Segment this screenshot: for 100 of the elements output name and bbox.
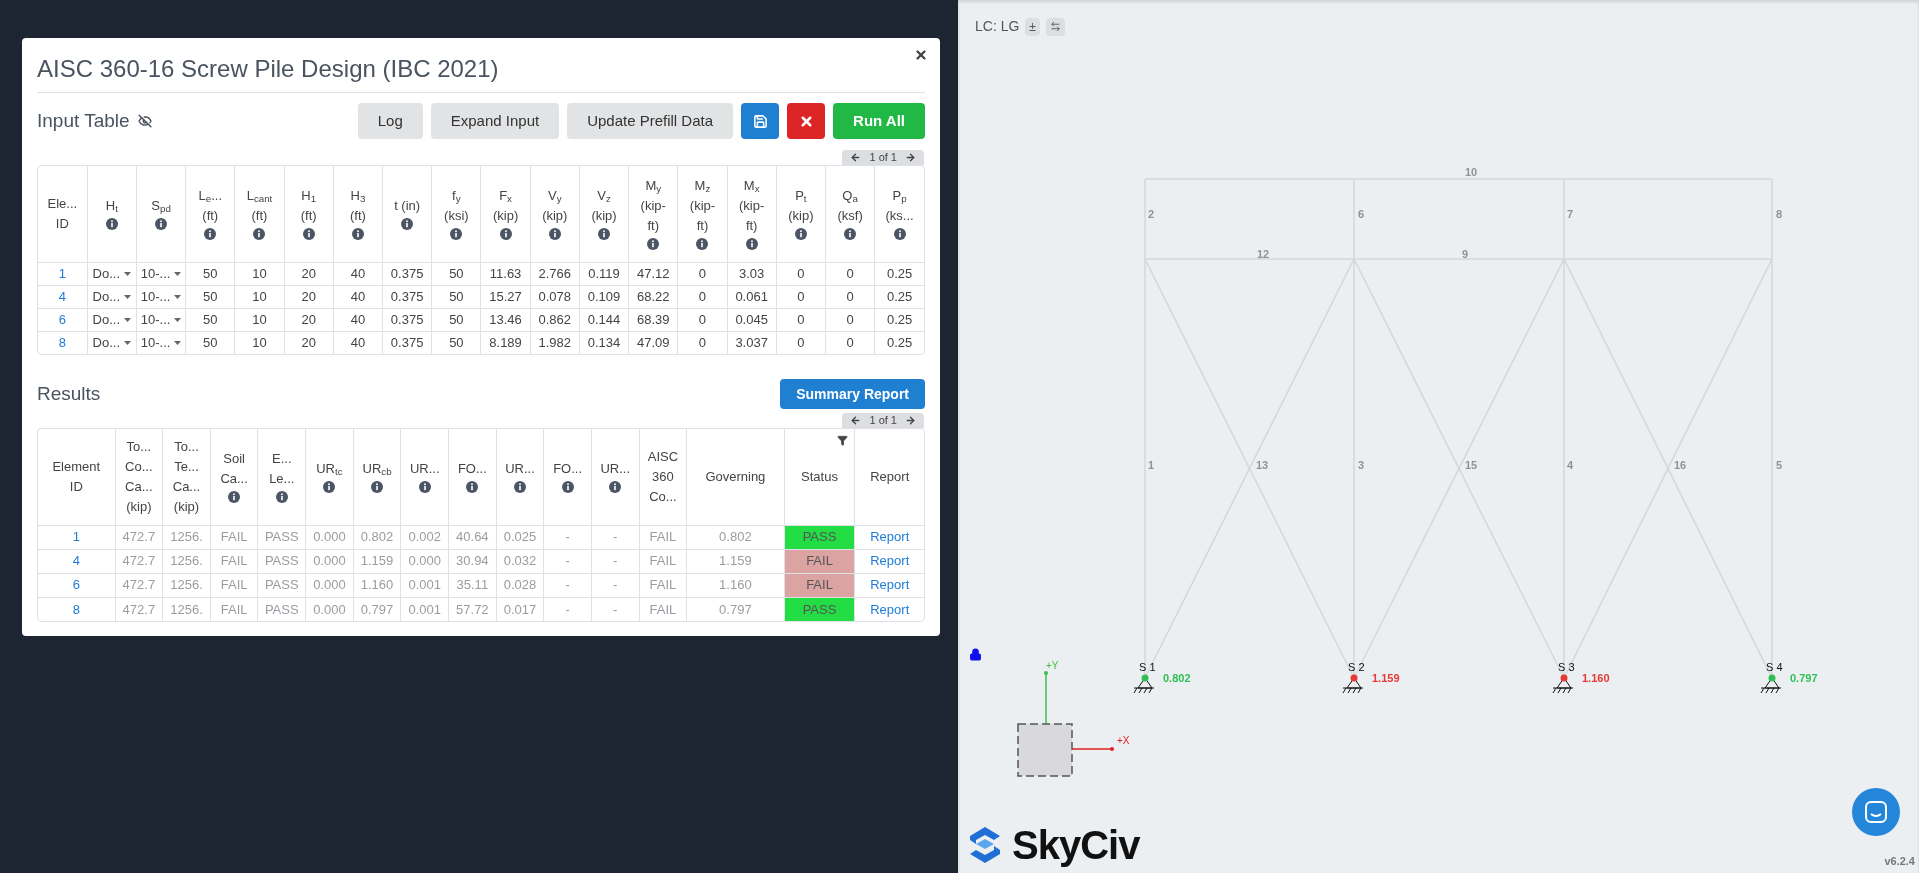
element-link[interactable]: 8: [72, 601, 80, 617]
previous-page-icon[interactable]: [850, 415, 862, 426]
dropdown[interactable]: 10-...: [140, 309, 182, 330]
info-icon[interactable]: [401, 218, 414, 231]
report-link[interactable]: Report: [870, 577, 910, 593]
support-node[interactable]: [1350, 674, 1358, 682]
toolbar-button[interactable]: Log: [357, 103, 423, 139]
info-icon[interactable]: [275, 491, 288, 504]
table-cell: 50: [185, 262, 235, 285]
table-cell: 0.000: [400, 549, 449, 573]
table-cell: 11.63: [480, 262, 531, 285]
support-label: S 2: [1348, 661, 1365, 673]
toolbar-button[interactable]: Expand Input: [430, 103, 560, 139]
info-icon[interactable]: [155, 218, 168, 231]
info-icon[interactable]: [696, 238, 709, 251]
info-icon[interactable]: [253, 228, 266, 241]
dropdown[interactable]: Do...: [92, 263, 132, 284]
info-icon[interactable]: [499, 228, 512, 241]
element-link[interactable]: 4: [72, 553, 80, 569]
table-cell: 0.001: [400, 573, 449, 597]
caret-icon: [174, 317, 182, 322]
column-header: t (in): [393, 196, 422, 215]
column-header: UR$_{cb}$: [361, 459, 393, 479]
support-ratio: 0.802: [1163, 672, 1191, 684]
info-icon[interactable]: [548, 228, 561, 241]
previous-page-icon[interactable]: [850, 152, 862, 163]
info-icon[interactable]: [450, 228, 463, 241]
info-icon[interactable]: [561, 481, 574, 494]
info-icon[interactable]: [598, 228, 610, 241]
table-cell: 40: [333, 331, 383, 354]
summary-report-button[interactable]: Summary Report: [780, 379, 925, 409]
support-node[interactable]: [1560, 674, 1568, 682]
run-all-button[interactable]: Run All: [833, 103, 925, 139]
info-icon[interactable]: [204, 228, 217, 241]
element-link[interactable]: 1: [72, 529, 80, 545]
caret-icon: [124, 317, 132, 322]
info-icon[interactable]: [794, 228, 807, 241]
report-link[interactable]: Report: [870, 529, 910, 545]
member-label: 1: [1148, 459, 1155, 471]
dropdown[interactable]: Do...: [92, 309, 132, 330]
info-icon[interactable]: [371, 481, 384, 494]
info-icon[interactable]: [351, 228, 364, 241]
support-node[interactable]: [1768, 674, 1776, 682]
column-header: H$_{1}$ (ft): [299, 186, 318, 225]
column-header: L$_{cant}$ (ft): [245, 186, 274, 225]
table-cell: 3.037: [727, 331, 777, 354]
info-icon[interactable]: [105, 218, 118, 231]
next-page-icon[interactable]: [905, 415, 916, 426]
info-icon[interactable]: [647, 238, 660, 251]
dropdown[interactable]: Do...: [92, 333, 132, 353]
swap-button[interactable]: [1045, 17, 1065, 36]
swap-icon: [1049, 21, 1061, 32]
next-page-icon[interactable]: [905, 152, 916, 163]
info-icon[interactable]: [893, 228, 906, 241]
dropdown[interactable]: 10-...: [140, 263, 182, 284]
hide-icon[interactable]: [137, 114, 152, 128]
delete-button[interactable]: [787, 103, 826, 139]
column-header: P$_{p}$ (ks...: [884, 186, 915, 225]
chat-button[interactable]: [1852, 788, 1900, 836]
table-cell: 68.39: [628, 308, 678, 331]
info-icon[interactable]: [323, 481, 336, 494]
table-cell: -: [543, 573, 592, 597]
table-cell: 0: [677, 285, 728, 308]
element-link[interactable]: 8: [58, 335, 66, 350]
info-icon[interactable]: [844, 228, 857, 241]
table-cell: 0: [776, 262, 826, 285]
model-canvas[interactable]: LC: LG ± 10 2 6 7 8 12 9 1 13 3 15 4 16 5 S 1 0.802 S 2 1.159 S 3 1.160 S 4 0.797 +Y +X SkyCiv v6.2.4: [958, 0, 1919, 873]
column-header: S$_{pd}$: [150, 196, 172, 216]
sign-toggle-button[interactable]: ±: [1025, 17, 1040, 36]
info-icon[interactable]: [228, 491, 241, 504]
load-case-label: LC: LG: [975, 17, 1020, 36]
report-link[interactable]: Report: [870, 553, 910, 569]
dropdown[interactable]: 10-...: [140, 333, 182, 353]
close-icon[interactable]: [914, 48, 928, 62]
table-cell: 0.109: [579, 285, 629, 308]
support-node[interactable]: [1141, 674, 1149, 682]
table-cell: 0.000: [305, 597, 354, 621]
table-cell: 50: [431, 262, 481, 285]
save-icon: [752, 113, 768, 129]
status-cell: PASS: [784, 525, 855, 549]
table-cell: 50: [431, 285, 481, 308]
dropdown[interactable]: 10-...: [140, 286, 182, 307]
column-header: Governing: [704, 467, 767, 486]
info-icon[interactable]: [418, 481, 431, 494]
info-icon[interactable]: [466, 481, 479, 494]
toolbar-button[interactable]: Update Prefill Data: [567, 103, 734, 139]
save-button[interactable]: [741, 103, 780, 139]
element-link[interactable]: 4: [58, 288, 66, 304]
report-link[interactable]: Report: [870, 601, 910, 617]
element-link[interactable]: 6: [58, 311, 66, 327]
info-icon[interactable]: [609, 481, 622, 494]
info-icon[interactable]: [513, 481, 526, 494]
table-cell: 1256.: [162, 573, 211, 597]
element-link[interactable]: 1: [58, 265, 66, 281]
filter-icon[interactable]: [837, 435, 849, 446]
dropdown[interactable]: Do...: [92, 286, 132, 307]
info-icon[interactable]: [302, 228, 315, 241]
support-ratio: 1.159: [1372, 672, 1400, 684]
element-link[interactable]: 6: [72, 577, 80, 593]
info-icon[interactable]: [745, 238, 758, 251]
